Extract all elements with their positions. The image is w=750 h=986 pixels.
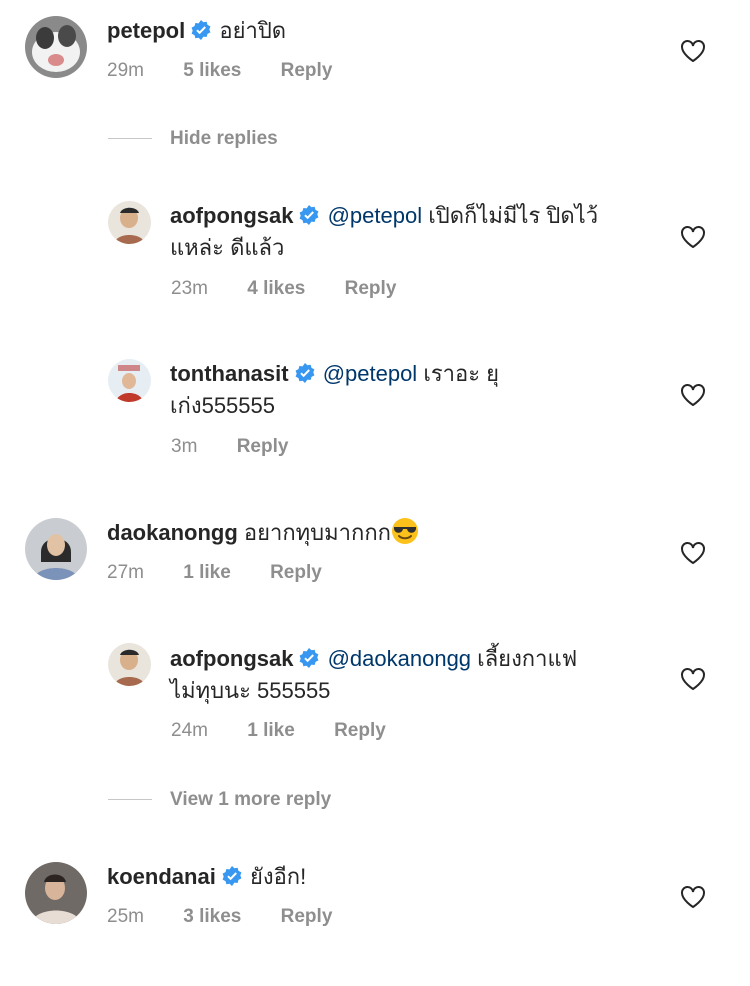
- verified-badge-icon: [191, 20, 211, 40]
- avatar[interactable]: [25, 862, 87, 924]
- likes-count[interactable]: 4 likes: [247, 278, 305, 299]
- heart-icon[interactable]: [680, 225, 706, 249]
- likes-count[interactable]: 1 like: [183, 562, 231, 583]
- comment-text-continued: แหล่ะ ดีแล้ว: [170, 235, 285, 260]
- reply-button[interactable]: Reply: [334, 720, 386, 741]
- likes-count[interactable]: 1 like: [247, 720, 295, 741]
- view-more-label: View 1 more reply: [170, 789, 332, 810]
- mention-link[interactable]: @petepol: [323, 361, 418, 386]
- heart-icon[interactable]: [680, 885, 706, 909]
- reply-button[interactable]: Reply: [281, 906, 333, 927]
- heart-icon[interactable]: [680, 383, 706, 407]
- divider-line: [108, 799, 152, 801]
- comment-time: 25m: [107, 906, 144, 927]
- verified-badge-icon: [300, 205, 319, 225]
- mention-link[interactable]: @daokanongg: [328, 646, 471, 671]
- reply-button[interactable]: Reply: [237, 436, 289, 457]
- comment-text: อยากทุบมากกก: [243, 520, 391, 545]
- comment-text-continued: เก่ง555555: [170, 393, 275, 418]
- comment-text: ยังอีก!: [249, 864, 307, 889]
- comment-time: 29m: [107, 60, 144, 81]
- mention-link[interactable]: @petepol: [328, 203, 423, 228]
- hide-replies-label: Hide replies: [170, 128, 278, 149]
- comment-time: 23m: [171, 278, 208, 299]
- comment-username[interactable]: koendanai: [107, 864, 216, 889]
- heart-icon[interactable]: [680, 541, 706, 565]
- reply-button[interactable]: Reply: [281, 60, 333, 81]
- sunglasses-emoji-icon: [391, 518, 418, 544]
- comment-text: เลี้ยงกาแฟ: [477, 646, 578, 671]
- avatar[interactable]: [108, 643, 151, 686]
- reply-button[interactable]: Reply: [270, 562, 322, 583]
- comment-text: อย่าปิด: [219, 18, 287, 43]
- comment-text-continued: ไม่ทุบนะ 555555: [170, 678, 331, 703]
- avatar[interactable]: [108, 359, 151, 402]
- heart-icon[interactable]: [680, 667, 706, 691]
- reply-button[interactable]: Reply: [345, 278, 397, 299]
- comment-text: เราอะ ยุ: [423, 361, 500, 386]
- verified-badge-icon: [300, 648, 319, 668]
- comment-username[interactable]: aofpongsak: [170, 203, 293, 228]
- divider-line: [108, 138, 152, 140]
- comment-username[interactable]: aofpongsak: [170, 646, 293, 671]
- comment-time: 27m: [107, 562, 144, 583]
- comment-username[interactable]: petepol: [107, 18, 185, 43]
- comment-time: 24m: [171, 720, 208, 741]
- avatar[interactable]: [25, 16, 87, 78]
- likes-count[interactable]: 5 likes: [183, 60, 241, 81]
- comment-username[interactable]: tonthanasit: [170, 361, 289, 386]
- comment-text: เปิดก็ไม่มีไร ปิดไว้: [428, 203, 599, 228]
- view-more-replies-button[interactable]: View 1 more reply: [108, 789, 331, 811]
- hide-replies-button[interactable]: Hide replies: [108, 128, 278, 150]
- comment-time: 3m: [171, 436, 198, 457]
- verified-badge-icon: [295, 363, 314, 383]
- avatar[interactable]: [108, 201, 151, 244]
- heart-icon[interactable]: [680, 39, 706, 63]
- likes-count[interactable]: 3 likes: [183, 906, 241, 927]
- verified-badge-icon: [222, 866, 242, 886]
- comment-username[interactable]: daokanongg: [107, 520, 238, 545]
- avatar[interactable]: [25, 518, 87, 580]
